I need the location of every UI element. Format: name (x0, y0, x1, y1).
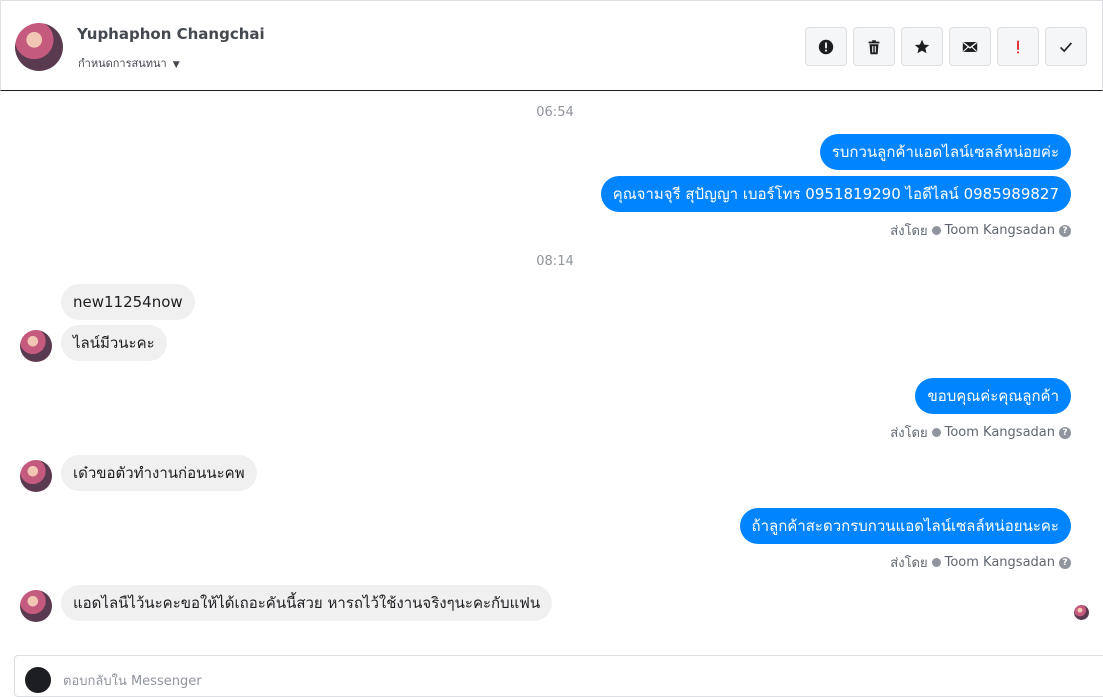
exclamation-icon (1017, 40, 1019, 53)
assign-conversation-dropdown[interactable]: กำหนดการสนทนา ▼ (78, 54, 180, 72)
contact-name[interactable]: Yuphaphon Changchai (77, 25, 265, 43)
incoming-message[interactable]: new11254now (61, 284, 195, 320)
envelope-icon (962, 41, 978, 52)
alert-circle-icon (818, 39, 834, 54)
outgoing-message[interactable]: ถ้าลูกค้าสะดวกรบกวนแอดไลน์เซลล์หน่อยนะคะ (739, 508, 1071, 544)
action-toolbar (805, 27, 1087, 66)
incoming-message[interactable]: เด๋วขอตัวทำงานก่อนนะคพ (61, 455, 257, 491)
outgoing-message[interactable]: คุณจามจุรี สุปัญญา เบอร์โทร 0951819290 ไ… (600, 176, 1071, 212)
sent-by-name[interactable]: Toom Kangsadan (945, 425, 1055, 440)
help-icon[interactable]: ? (1059, 426, 1071, 439)
contact-avatar (20, 460, 52, 492)
contact-avatar (20, 330, 52, 362)
sent-by-prefix: ส่งโดย (890, 556, 928, 571)
help-icon[interactable]: ? (1059, 556, 1071, 569)
star-button[interactable] (901, 27, 943, 66)
assign-conversation-label: กำหนดการสนทนา (78, 57, 167, 70)
mark-important-button[interactable] (997, 27, 1039, 66)
sent-by-prefix: ส่งโดย (890, 426, 928, 441)
sent-by-info: ส่งโดย Toom Kangsadan ? (890, 552, 1071, 573)
message-thread[interactable]: 06:54 รบกวนลูกค้าแอดไลน์เซลล์หน่อยค่ะ คุ… (0, 90, 1103, 650)
incoming-message[interactable]: แอดไลนืไว้นะคะขอให้ได้เถอะคันนี้สวย หารถ… (61, 585, 553, 621)
help-icon[interactable]: ? (1059, 224, 1071, 237)
reply-box[interactable]: ตอบกลับใน Messenger (14, 655, 1103, 697)
verified-dot-icon (931, 226, 941, 235)
report-spam-button[interactable] (805, 27, 847, 66)
sent-by-prefix: ส่งโดย (890, 224, 928, 239)
sent-by-info: ส่งโดย Toom Kangsadan ? (890, 422, 1071, 443)
mark-unread-button[interactable] (949, 27, 991, 66)
mark-done-button[interactable] (1045, 27, 1087, 66)
outgoing-message[interactable]: รบกวนลูกค้าแอดไลน์เซลล์หน่อยค่ะ (819, 134, 1071, 170)
contact-avatar[interactable] (15, 23, 63, 71)
conversation-header: Yuphaphon Changchai กำหนดการสนทนา ▼ (0, 0, 1103, 91)
caret-down-icon: ▼ (172, 60, 180, 70)
timestamp: 06:54 (536, 105, 574, 120)
trash-icon (868, 39, 880, 54)
outgoing-message[interactable]: ขอบคุณค่ะคุณลูกค้า (915, 378, 1071, 414)
page-avatar (25, 667, 51, 693)
sent-by-name[interactable]: Toom Kangsadan (945, 223, 1055, 238)
verified-dot-icon (931, 428, 941, 437)
sent-by-name[interactable]: Toom Kangsadan (945, 555, 1055, 570)
timestamp: 08:14 (536, 254, 574, 269)
sent-by-info: ส่งโดย Toom Kangsadan ? (890, 220, 1071, 241)
verified-dot-icon (931, 558, 941, 567)
star-icon (914, 39, 930, 53)
incoming-message[interactable]: ไลน์มีวนะคะ (61, 325, 167, 361)
contact-avatar (20, 590, 52, 622)
seen-indicator-avatar (1074, 605, 1089, 620)
delete-button[interactable] (853, 27, 895, 66)
checkmark-icon (1060, 41, 1073, 52)
